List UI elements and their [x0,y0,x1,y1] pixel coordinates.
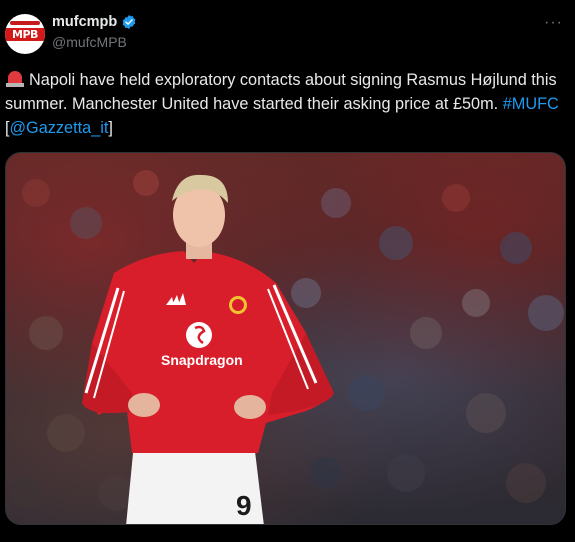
mention-link[interactable]: @Gazzetta_it [10,119,109,137]
tweet-body: Napoli have held exploratory contacts ab… [5,71,557,113]
more-options-icon[interactable]: ··· [544,14,563,32]
tweet-text: Napoli have held exploratory contacts ab… [5,68,570,140]
hashtag-link[interactable]: #MUFC [503,95,559,113]
tweet-card: MPB mufcmpb @mufcMPB ··· Napoli have hel… [0,0,575,542]
player-photo: 9 Snapdragon [10,170,564,524]
display-name[interactable]: mufcmpb [52,14,117,30]
display-name-row[interactable]: mufcmpb [52,14,137,30]
avatar[interactable]: MPB [5,14,45,54]
bracket-close: ] [108,119,113,137]
username-handle[interactable]: @mufcMPB [52,34,137,50]
shirt-sponsor: Snapdragon [161,352,243,368]
tweet-media-image[interactable]: 9 Snapdragon [5,152,566,525]
avatar-logo-text: MPB [12,28,38,41]
author-block: mufcmpb @mufcMPB [52,14,137,50]
police-siren-emoji [5,70,25,88]
shirt-number: 9 [236,490,252,521]
verified-badge-icon [122,15,136,29]
